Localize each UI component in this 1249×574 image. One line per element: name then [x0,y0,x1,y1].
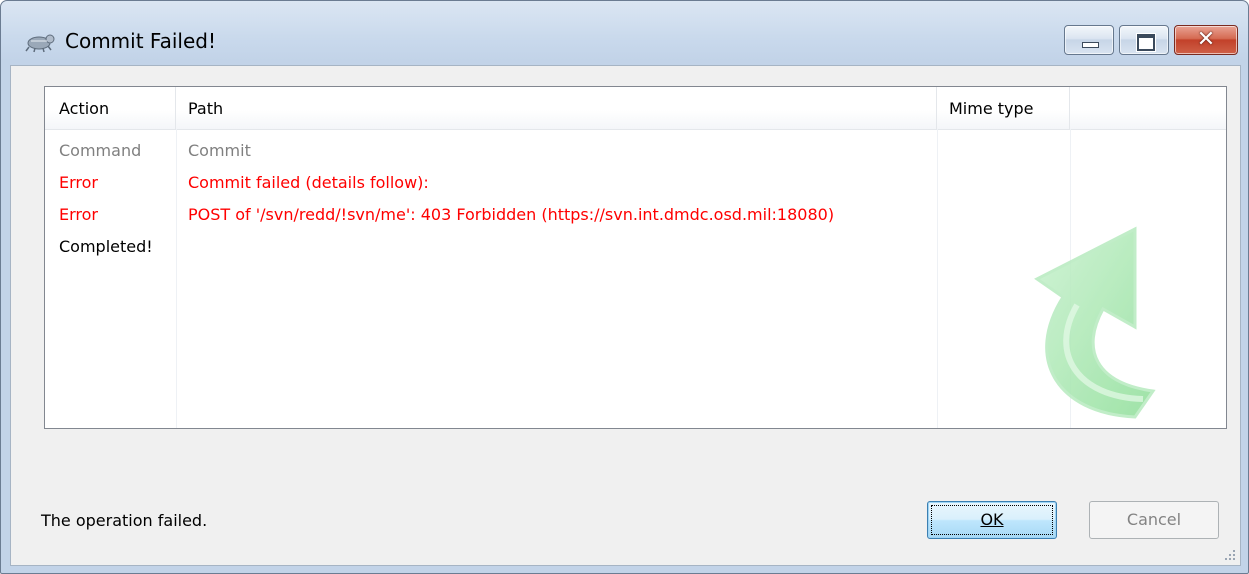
ok-button[interactable]: OK [927,501,1057,539]
row-path: Commit [188,141,251,160]
list-row[interactable]: Completed! [45,231,1226,263]
commit-failed-dialog: Commit Failed! ✕ Action Path Mime type C… [0,0,1249,574]
row-path: Commit failed (details follow): [188,173,429,192]
row-action: Error [59,205,98,224]
column-header-path[interactable]: Path [176,87,937,129]
results-list[interactable]: Action Path Mime type Command Commit Err… [44,86,1227,429]
maximize-button[interactable] [1119,25,1169,55]
cancel-button-label: Cancel [1126,510,1182,529]
row-path: POST of '/svn/redd/!svn/me': 403 Forbidd… [188,205,835,224]
window-title: Commit Failed! [65,29,216,53]
resize-grip-icon[interactable] [1223,548,1237,562]
title-bar[interactable]: Commit Failed! ✕ [1,1,1248,65]
close-button[interactable]: ✕ [1174,25,1238,55]
minimize-icon [1082,42,1099,48]
row-action: Error [59,173,98,192]
row-action: Completed! [59,237,153,256]
column-header-extra[interactable] [1070,87,1226,129]
list-header: Action Path Mime type [45,87,1226,130]
column-header-action[interactable]: Action [45,87,176,129]
status-message: The operation failed. [41,511,208,530]
list-row[interactable]: Error POST of '/svn/redd/!svn/me': 403 F… [45,199,1226,231]
row-action: Command [59,141,142,160]
column-header-mime-type[interactable]: Mime type [937,87,1070,129]
cancel-button[interactable]: Cancel [1089,501,1219,539]
maximize-icon [1137,34,1155,51]
close-icon: ✕ [1196,27,1216,52]
list-row[interactable]: Command Commit [45,135,1226,167]
ok-button-label: OK [980,510,1004,529]
minimize-button[interactable] [1064,25,1114,55]
dialog-client-area: Action Path Mime type Command Commit Err… [10,65,1241,566]
list-row[interactable]: Error Commit failed (details follow): [45,167,1226,199]
tortoisesvn-icon [25,34,55,53]
